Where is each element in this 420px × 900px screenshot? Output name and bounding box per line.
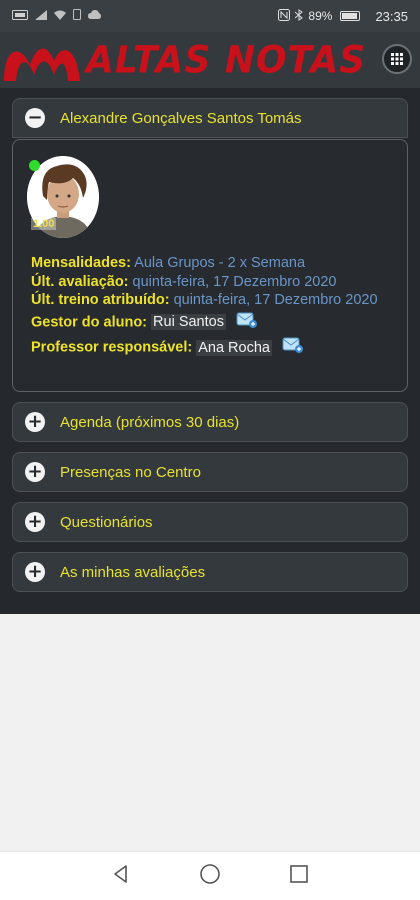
accordion-student-header[interactable]: − Alexandre Gonçalves Santos Tomás bbox=[12, 98, 408, 138]
gestor-value: Rui Santos bbox=[151, 314, 226, 331]
avatar-wrap: 1.00 bbox=[27, 156, 101, 238]
status-time: 23:35 bbox=[375, 8, 408, 24]
battery-icon bbox=[340, 11, 361, 21]
accordion-presencas-title: Presenças no Centro bbox=[60, 463, 201, 481]
expand-icon[interactable]: + bbox=[25, 562, 45, 582]
bluetooth-icon bbox=[295, 8, 304, 24]
row-ult-avaliacao: Últ. avaliação: quinta-feira, 17 Dezembr… bbox=[31, 273, 389, 292]
ult-avaliacao-value: quinta-feira, 17 Dezembro 2020 bbox=[132, 273, 337, 290]
status-left-icons bbox=[12, 9, 278, 23]
accordion-agenda-title: Agenda (próximos 30 dias) bbox=[60, 413, 240, 431]
expand-icon[interactable]: + bbox=[25, 512, 45, 532]
expand-icon[interactable]: + bbox=[25, 462, 45, 482]
row-mensalidades: Mensalidades: Aula Grupos - 2 x Semana bbox=[31, 254, 389, 273]
accordion-questionarios-title: Questionários bbox=[60, 513, 153, 531]
notification-icon bbox=[73, 9, 81, 23]
online-status-dot bbox=[29, 160, 40, 171]
level-badge: 1.00 bbox=[31, 218, 57, 230]
student-info: Mensalidades: Aula Grupos - 2 x Semana Ú… bbox=[31, 254, 389, 361]
logo-text: ALTAS NOTAS bbox=[86, 38, 367, 82]
accordion-avaliacoes[interactable]: + As minhas avaliações bbox=[12, 552, 408, 592]
signal-icon bbox=[35, 9, 47, 23]
status-right: 89% 23:35 bbox=[278, 8, 408, 24]
app-logo[interactable]: ALTAS NOTAS bbox=[0, 35, 366, 85]
message-professor-icon[interactable] bbox=[282, 335, 304, 361]
row-ult-treino: Últ. treino atribuído: quinta-feira, 17 … bbox=[31, 291, 389, 310]
ult-treino-value: quinta-feira, 17 Dezembro 2020 bbox=[173, 292, 378, 308]
home-icon[interactable] bbox=[199, 863, 221, 890]
system-nav-bar bbox=[0, 851, 420, 900]
sim-icon bbox=[12, 9, 28, 23]
mensalidades-value: Aula Grupos - 2 x Semana bbox=[134, 255, 306, 271]
ult-avaliacao-label: Últ. avaliação: bbox=[31, 273, 129, 290]
gestor-label: Gestor do aluno: bbox=[31, 314, 147, 331]
menu-button[interactable] bbox=[382, 44, 412, 74]
student-panel: 1.00 Mensalidades: Aula Grupos - 2 x Sem… bbox=[12, 139, 408, 392]
professor-label: Professor responsável: bbox=[31, 339, 193, 356]
battery-percent: 89% bbox=[308, 9, 333, 23]
accordion-avaliacoes-title: As minhas avaliações bbox=[60, 563, 206, 581]
row-professor: Professor responsável: Ana Rocha bbox=[31, 335, 389, 361]
wifi-icon bbox=[54, 10, 66, 23]
student-name: Alexandre Gonçalves Santos Tomás bbox=[60, 109, 302, 127]
ult-treino-label: Últ. treino atribuído: bbox=[31, 292, 170, 308]
mensalidades-label: Mensalidades: bbox=[31, 255, 131, 271]
accordion-presencas[interactable]: + Presenças no Centro bbox=[12, 452, 408, 492]
accordion-questionarios[interactable]: + Questionários bbox=[12, 502, 408, 542]
status-bar: 89% 23:35 bbox=[0, 0, 420, 32]
cloud-icon bbox=[88, 10, 101, 22]
accordion-agenda[interactable]: + Agenda (próximos 30 dias) bbox=[12, 402, 408, 442]
main-content: − Alexandre Gonçalves Santos Tomás 1.00 bbox=[0, 88, 420, 614]
recents-icon[interactable] bbox=[289, 864, 309, 889]
grid-icon bbox=[391, 53, 403, 65]
message-gestor-icon[interactable] bbox=[236, 310, 258, 336]
professor-value: Ana Rocha bbox=[196, 339, 272, 356]
collapse-icon[interactable]: − bbox=[25, 108, 45, 128]
nfc-icon bbox=[278, 8, 291, 24]
expand-icon[interactable]: + bbox=[25, 412, 45, 432]
back-icon[interactable] bbox=[111, 864, 131, 889]
app-header: ALTAS NOTAS bbox=[0, 32, 420, 88]
logo-mark-icon bbox=[4, 48, 80, 81]
row-gestor: Gestor do aluno: Rui Santos bbox=[31, 310, 389, 336]
